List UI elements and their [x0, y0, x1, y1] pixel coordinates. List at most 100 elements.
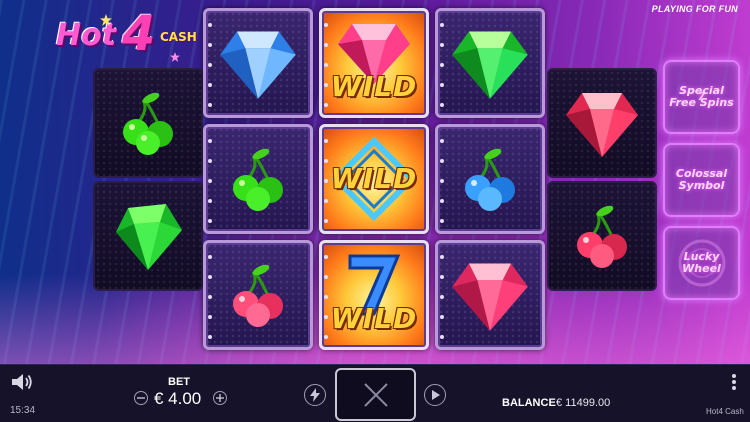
turbo-icon — [310, 388, 320, 402]
gem-icon — [566, 93, 638, 157]
frame-stud — [324, 43, 328, 47]
frame-stud — [324, 295, 328, 299]
wild-label: WILD — [330, 162, 418, 195]
colossal-symbol-button[interactable]: Colossal Symbol — [663, 143, 740, 217]
frame-stud — [440, 103, 444, 107]
frame-stud — [208, 63, 212, 67]
frame-stud — [208, 23, 212, 27]
reel-4-cell-3 — [435, 240, 545, 350]
gem-icon — [452, 31, 528, 99]
frame-stud — [208, 295, 212, 299]
cherries-icon — [123, 92, 173, 155]
frame-stud — [440, 199, 444, 203]
frame-stud — [440, 255, 444, 259]
bet-label: BET — [168, 376, 190, 388]
frame-stud — [208, 335, 212, 339]
reel-1-cell-1 — [93, 68, 203, 178]
frame-stud — [324, 335, 328, 339]
feature-label: Colossal Symbol — [675, 167, 728, 192]
reel-2-cell-3 — [203, 240, 313, 350]
frame-stud — [440, 295, 444, 299]
frame-stud — [208, 179, 212, 183]
lucky-wheel-button[interactable]: Lucky Wheel — [663, 226, 740, 300]
reel-3-cell-2: WILD — [319, 124, 429, 234]
frame-stud — [440, 335, 444, 339]
frame-stud — [440, 159, 444, 163]
frame-stud — [208, 83, 212, 87]
frame-stud — [440, 275, 444, 279]
frame-stud — [208, 315, 212, 319]
feature-label: Special Free Spins — [669, 84, 734, 109]
frame-stud — [440, 139, 444, 143]
frame-stud — [324, 83, 328, 87]
frame-stud — [324, 199, 328, 203]
gem-icon — [220, 31, 296, 99]
frame-stud — [324, 23, 328, 27]
reel-2-cell-2 — [203, 124, 313, 234]
autoplay-icon — [432, 390, 440, 400]
balance-value: € 11499.00 — [556, 397, 611, 409]
frame-stud — [324, 255, 328, 259]
frame-stud — [440, 63, 444, 67]
balance-label: BALANCE — [502, 397, 556, 409]
speaker-icon[interactable] — [10, 373, 34, 391]
close-icon — [363, 382, 388, 407]
bet-decrease-button[interactable] — [134, 391, 148, 405]
reel-2-cell-1 — [203, 8, 313, 118]
frame-stud — [324, 275, 328, 279]
frame-stud — [324, 219, 328, 223]
frame-stud — [324, 159, 328, 163]
frame-stud — [324, 63, 328, 67]
logo-four-text: 4 — [122, 6, 156, 62]
frame-stud — [208, 199, 212, 203]
reel-3-cell-3: WILD — [319, 240, 429, 350]
control-bar: 15:34 BET € 4.00 BALANCE € 11499.00 Hot4… — [0, 364, 750, 422]
cherries-icon — [233, 148, 283, 211]
menu-icon[interactable] — [731, 373, 737, 391]
gem-icon — [452, 263, 528, 331]
feature-label: Lucky Wheel — [682, 250, 721, 275]
cherries-icon — [233, 264, 283, 327]
bet-value: € 4.00 — [154, 389, 202, 408]
frame-stud — [208, 255, 212, 259]
game-name: Hot4 Cash — [706, 407, 744, 416]
game-logo: Hot 4 CASH — [52, 6, 202, 68]
frame-stud — [208, 275, 212, 279]
frame-stud — [440, 83, 444, 87]
special-free-spins-button[interactable]: 7 Special Free Spins — [663, 60, 740, 134]
turbo-button[interactable] — [304, 384, 326, 406]
minus-icon — [137, 397, 145, 399]
frame-stud — [324, 179, 328, 183]
frame-stud — [440, 43, 444, 47]
reel-grid: WILD WILD WILD — [203, 8, 545, 350]
logo-star-icon — [170, 52, 180, 62]
wild-label: WILD — [330, 70, 418, 103]
cherries-icon — [577, 205, 627, 268]
frame-stud — [208, 43, 212, 47]
reel-1-cell-2 — [93, 181, 203, 291]
reel-3-cell-1: WILD — [319, 8, 429, 118]
clock-time: 15:34 — [10, 405, 36, 416]
autoplay-button[interactable] — [424, 384, 446, 406]
frame-stud — [208, 103, 212, 107]
reel-5-cell-1 — [547, 68, 657, 178]
bet-increase-button[interactable] — [213, 391, 227, 405]
wild-label: WILD — [330, 302, 418, 335]
logo-cash-text: CASH — [160, 30, 197, 44]
play-mode-label: PLAYING FOR FUN — [651, 4, 738, 14]
reel-5-cell-2 — [547, 181, 657, 291]
spin-button[interactable] — [335, 368, 416, 421]
frame-stud — [440, 315, 444, 319]
reel-4-cell-1 — [435, 8, 545, 118]
game-stage: Hot 4 CASH PLAYING FOR FUN WILD WILD WIL… — [0, 0, 750, 364]
reel-4-cell-2 — [435, 124, 545, 234]
frame-stud — [324, 139, 328, 143]
frame-stud — [324, 103, 328, 107]
gem-icon — [116, 204, 182, 270]
frame-stud — [440, 23, 444, 27]
frame-stud — [324, 315, 328, 319]
cherries-icon — [465, 148, 515, 211]
frame-stud — [440, 219, 444, 223]
plus-icon — [216, 394, 224, 402]
frame-stud — [208, 219, 212, 223]
